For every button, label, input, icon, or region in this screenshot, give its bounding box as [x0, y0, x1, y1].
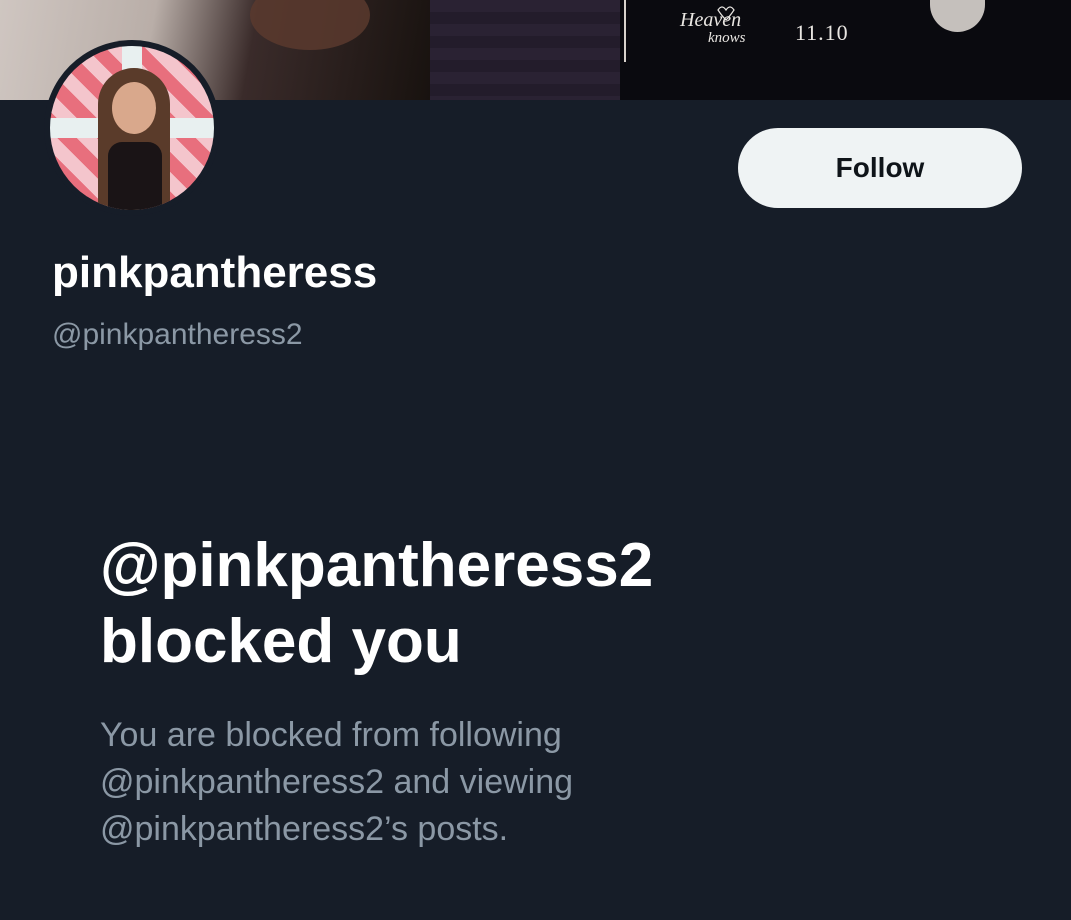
banner-divider [624, 0, 626, 62]
profile-display-name: pinkpantheress [52, 248, 378, 297]
banner-photo-background [430, 0, 620, 100]
blocked-description-line-2: @pinkpantheress2 and viewing [100, 763, 574, 801]
blocked-description-line-1: You are blocked from following [100, 716, 562, 754]
profile-avatar[interactable] [44, 40, 220, 216]
blocked-description-line-3: @pinkpantheress2’s posts. [100, 810, 509, 848]
heaven-knows-logo: Heaven knows [679, 6, 746, 46]
banner-figure [930, 0, 985, 32]
blocked-description: You are blocked from following @pinkpant… [100, 712, 800, 853]
follow-button[interactable]: Follow [738, 128, 1022, 208]
avatar-image [50, 46, 214, 210]
avatar-face [112, 82, 156, 134]
blocked-heading: @pinkpantheress2 blocked you [100, 528, 653, 680]
banner-date: 11.10 [795, 20, 849, 45]
blocked-heading-text: blocked you [100, 607, 462, 676]
logo-word-2: knows [708, 30, 746, 46]
profile-handle: @pinkpantheress2 [52, 318, 303, 351]
avatar-outfit [108, 142, 162, 210]
blocked-heading-handle: @pinkpantheress2 [100, 531, 654, 600]
